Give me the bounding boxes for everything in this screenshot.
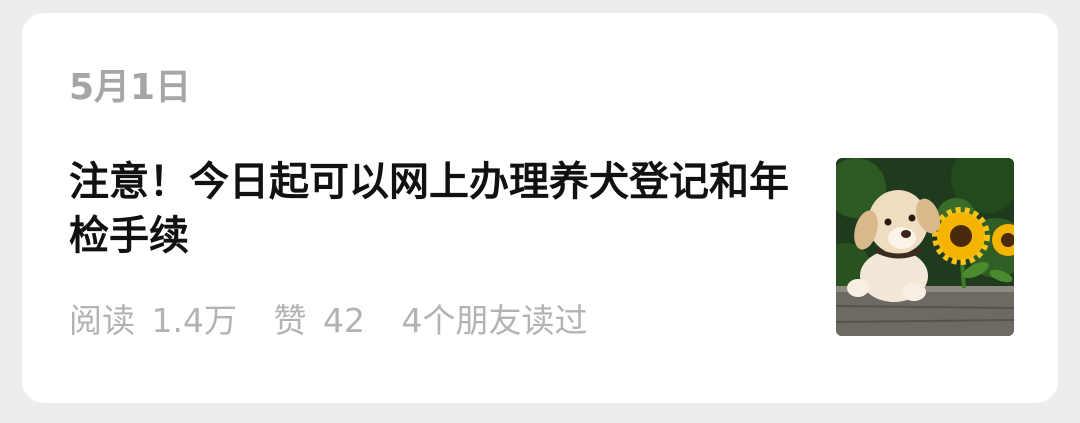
puppy-sunflower-image <box>836 158 1014 336</box>
article-thumbnail[interactable] <box>836 158 1014 336</box>
likes-label: 赞 <box>273 301 307 340</box>
article-card[interactable]: 5月1日 注意！今日起可以网上办理养犬登记和年检手续 阅读 1.4万 赞 42 … <box>22 13 1058 403</box>
reads-count: 1.4万 <box>151 301 237 340</box>
article-date: 5月1日 <box>69 67 192 108</box>
reads-label: 阅读 <box>69 301 135 340</box>
article-title[interactable]: 注意！今日起可以网上办理养犬登记和年检手续 <box>69 155 809 263</box>
article-meta: 阅读 1.4万 赞 42 4个朋友读过 <box>69 299 587 343</box>
friends-read: 4个朋友读过 <box>401 301 588 340</box>
likes-count: 42 <box>322 301 365 340</box>
